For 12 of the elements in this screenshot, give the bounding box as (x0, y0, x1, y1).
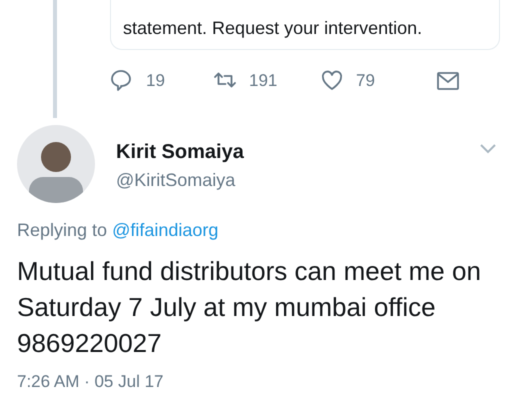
tweet-text: Mutual fund distributors can meet me on Saturday 7 July at my mumbai office 9869220027 (16, 255, 482, 360)
replying-to-label: Replying to (17, 221, 108, 239)
quoted-tweet-text: statement. Request your intervention. (123, 19, 422, 37)
action-count: 191 (249, 70, 278, 92)
reply-icon[interactable] (110, 68, 134, 93)
user-handle[interactable]: @KiritSomaiya (116, 171, 480, 189)
user-name[interactable]: Kirit Somaiya (116, 142, 480, 162)
mention-link[interactable]: @fifaindiaorg (112, 221, 218, 239)
action-count: 19 (146, 70, 165, 92)
heart-icon[interactable] (320, 68, 344, 93)
tweet-timestamp: 7:26 AM · 05 Jul 17 (16, 373, 164, 390)
action-count: 79 (356, 70, 375, 92)
